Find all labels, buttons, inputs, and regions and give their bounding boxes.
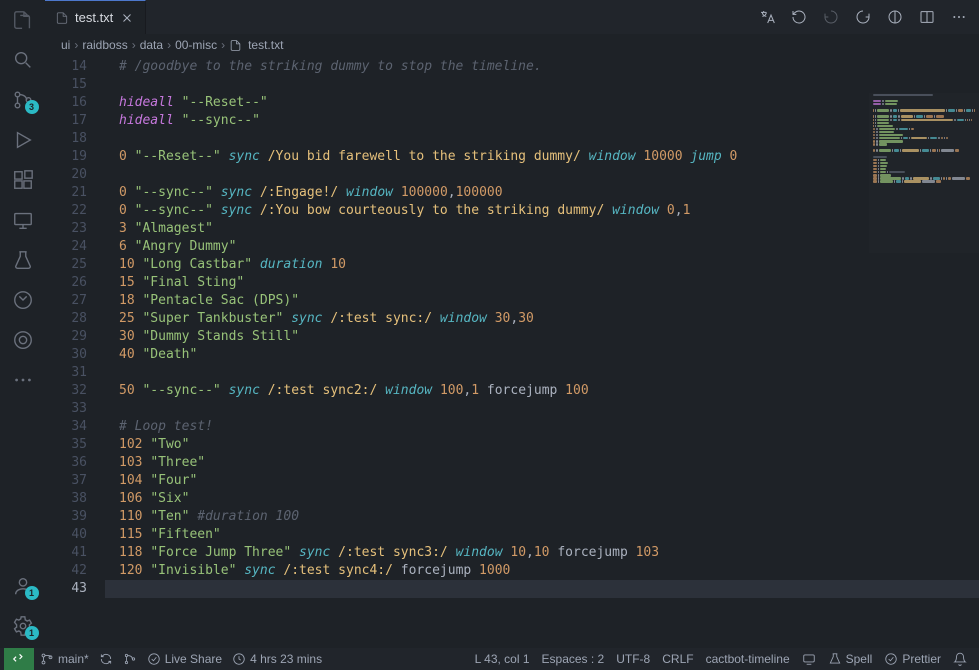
discard-icon[interactable] (789, 7, 809, 27)
live-share-button[interactable]: Live Share (147, 652, 222, 666)
indentation[interactable]: Espaces : 2 (542, 652, 605, 666)
tab-label: test.txt (75, 10, 113, 25)
eol[interactable]: CRLF (662, 652, 693, 666)
more-icon[interactable] (11, 368, 35, 392)
line-number-gutter: 1415161718192021222324252627282930313233… (45, 56, 105, 648)
next-change-icon[interactable] (853, 7, 873, 27)
close-icon[interactable] (119, 10, 135, 26)
explorer-icon[interactable] (11, 8, 35, 32)
status-bar: main* Live Share 4 hrs 23 mins L 43, col… (0, 648, 979, 670)
minimap[interactable] (869, 93, 979, 253)
file-icon (55, 11, 69, 25)
source-control-icon[interactable]: 3 (11, 88, 35, 112)
tabs-bar: test.txt (45, 0, 979, 34)
search-icon[interactable] (11, 48, 35, 72)
toggle-icon[interactable] (885, 7, 905, 27)
cursor-position[interactable]: L 43, col 1 (475, 652, 530, 666)
spell-check[interactable]: Spell (828, 652, 873, 666)
sync-button[interactable] (99, 652, 113, 666)
remote-button[interactable] (4, 648, 34, 670)
breadcrumb[interactable]: ui›raidboss›data›00-misc›test.txt (45, 34, 979, 56)
encoding[interactable]: UTF-8 (616, 652, 650, 666)
split-editor-icon[interactable] (917, 7, 937, 27)
source-control-badge: 3 (25, 100, 39, 114)
prev-change-icon[interactable] (821, 7, 841, 27)
git-graph-button[interactable] (123, 652, 137, 666)
more-actions-icon[interactable] (949, 7, 969, 27)
run-debug-icon[interactable] (11, 128, 35, 152)
settings-badge: 1 (25, 626, 39, 640)
activity-bar: 3 1 1 (0, 0, 45, 648)
accounts-icon[interactable]: 1 (11, 574, 35, 598)
branch-indicator[interactable]: main* (40, 652, 89, 666)
prettier-status[interactable]: Prettier (884, 652, 941, 666)
extensions-icon[interactable] (11, 168, 35, 192)
accounts-badge: 1 (25, 586, 39, 600)
notifications-icon[interactable] (953, 652, 967, 666)
language-mode[interactable]: cactbot-timeline (706, 652, 790, 666)
settings-icon[interactable]: 1 (11, 614, 35, 638)
unknown-1-icon[interactable] (11, 288, 35, 312)
code-editor[interactable]: # /goodbye to the striking dummy to stop… (105, 56, 979, 648)
tab-test-txt[interactable]: test.txt (45, 0, 146, 34)
time-tracker[interactable]: 4 hrs 23 mins (232, 652, 322, 666)
translate-icon[interactable] (757, 7, 777, 27)
remote-explorer-icon[interactable] (11, 208, 35, 232)
feedback-icon[interactable] (802, 652, 816, 666)
testing-icon[interactable] (11, 248, 35, 272)
unknown-2-icon[interactable] (11, 328, 35, 352)
